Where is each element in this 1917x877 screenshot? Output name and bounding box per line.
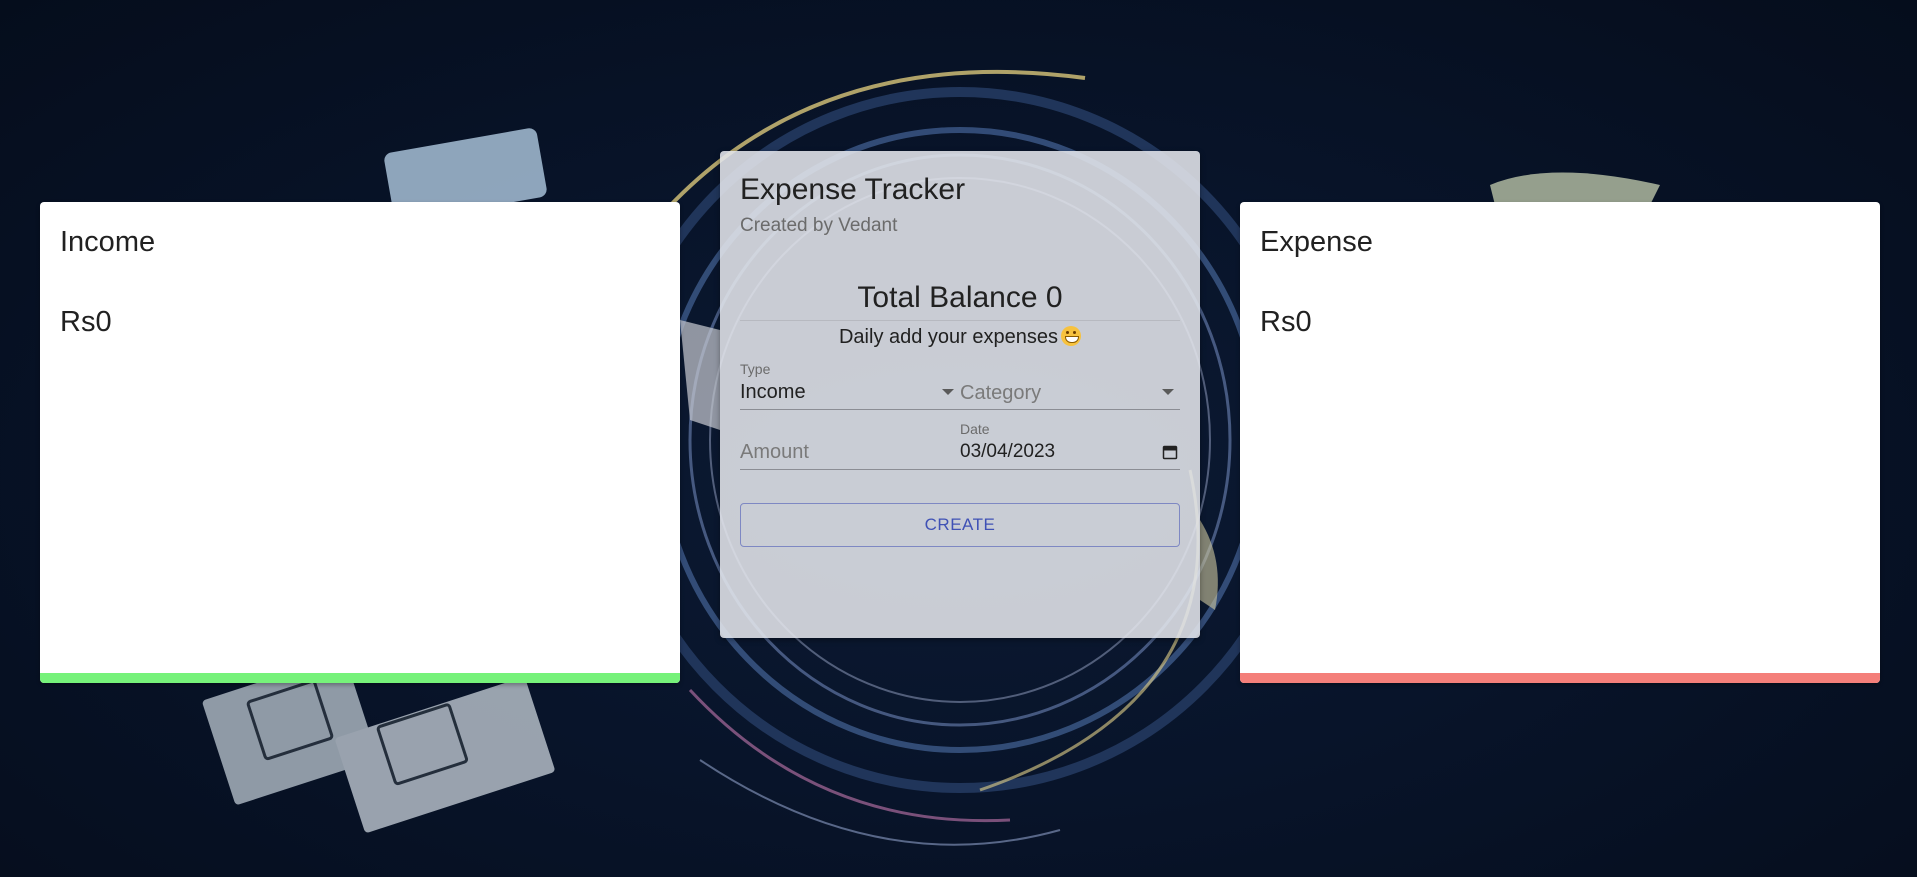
- date-label: Date: [960, 421, 990, 437]
- expense-tracker-card: Expense Tracker Created by Vedant Total …: [720, 151, 1200, 638]
- app-title: Expense Tracker: [740, 173, 966, 206]
- category-select[interactable]: Category: [960, 361, 1180, 410]
- balance-divider: [740, 320, 1180, 321]
- daily-tagline-text: Daily add your expenses: [838, 326, 1058, 348]
- type-value: Income: [740, 381, 806, 403]
- grinning-face-icon: [1061, 326, 1081, 346]
- income-card-title: Income: [60, 226, 156, 258]
- income-color-bar: [40, 673, 680, 683]
- expense-amount: Rs0: [1260, 306, 1312, 338]
- app-subtitle: Created by Vedant: [740, 215, 898, 236]
- expense-card: Expense Rs0: [1240, 202, 1880, 683]
- total-balance: Total Balance 0: [857, 281, 1063, 314]
- income-amount: Rs0: [60, 306, 112, 338]
- type-select[interactable]: Type Income: [740, 361, 960, 410]
- amount-placeholder: Amount: [740, 441, 809, 463]
- expense-card-title: Expense: [1260, 226, 1373, 258]
- chevron-down-icon: [942, 389, 954, 395]
- category-placeholder: Category: [960, 382, 1042, 404]
- type-label: Type: [740, 361, 771, 377]
- expense-color-bar: [1240, 673, 1880, 683]
- date-input[interactable]: Date 03/04/2023: [960, 421, 1180, 470]
- calendar-icon[interactable]: [1162, 444, 1178, 460]
- daily-tagline: Daily add your expenses: [740, 326, 1180, 349]
- date-value: 03/04/2023: [960, 441, 1056, 462]
- amount-input[interactable]: Amount: [740, 421, 960, 470]
- chevron-down-icon: [1162, 389, 1174, 395]
- create-button[interactable]: CREATE: [740, 503, 1180, 547]
- income-card: Income Rs0: [40, 202, 680, 683]
